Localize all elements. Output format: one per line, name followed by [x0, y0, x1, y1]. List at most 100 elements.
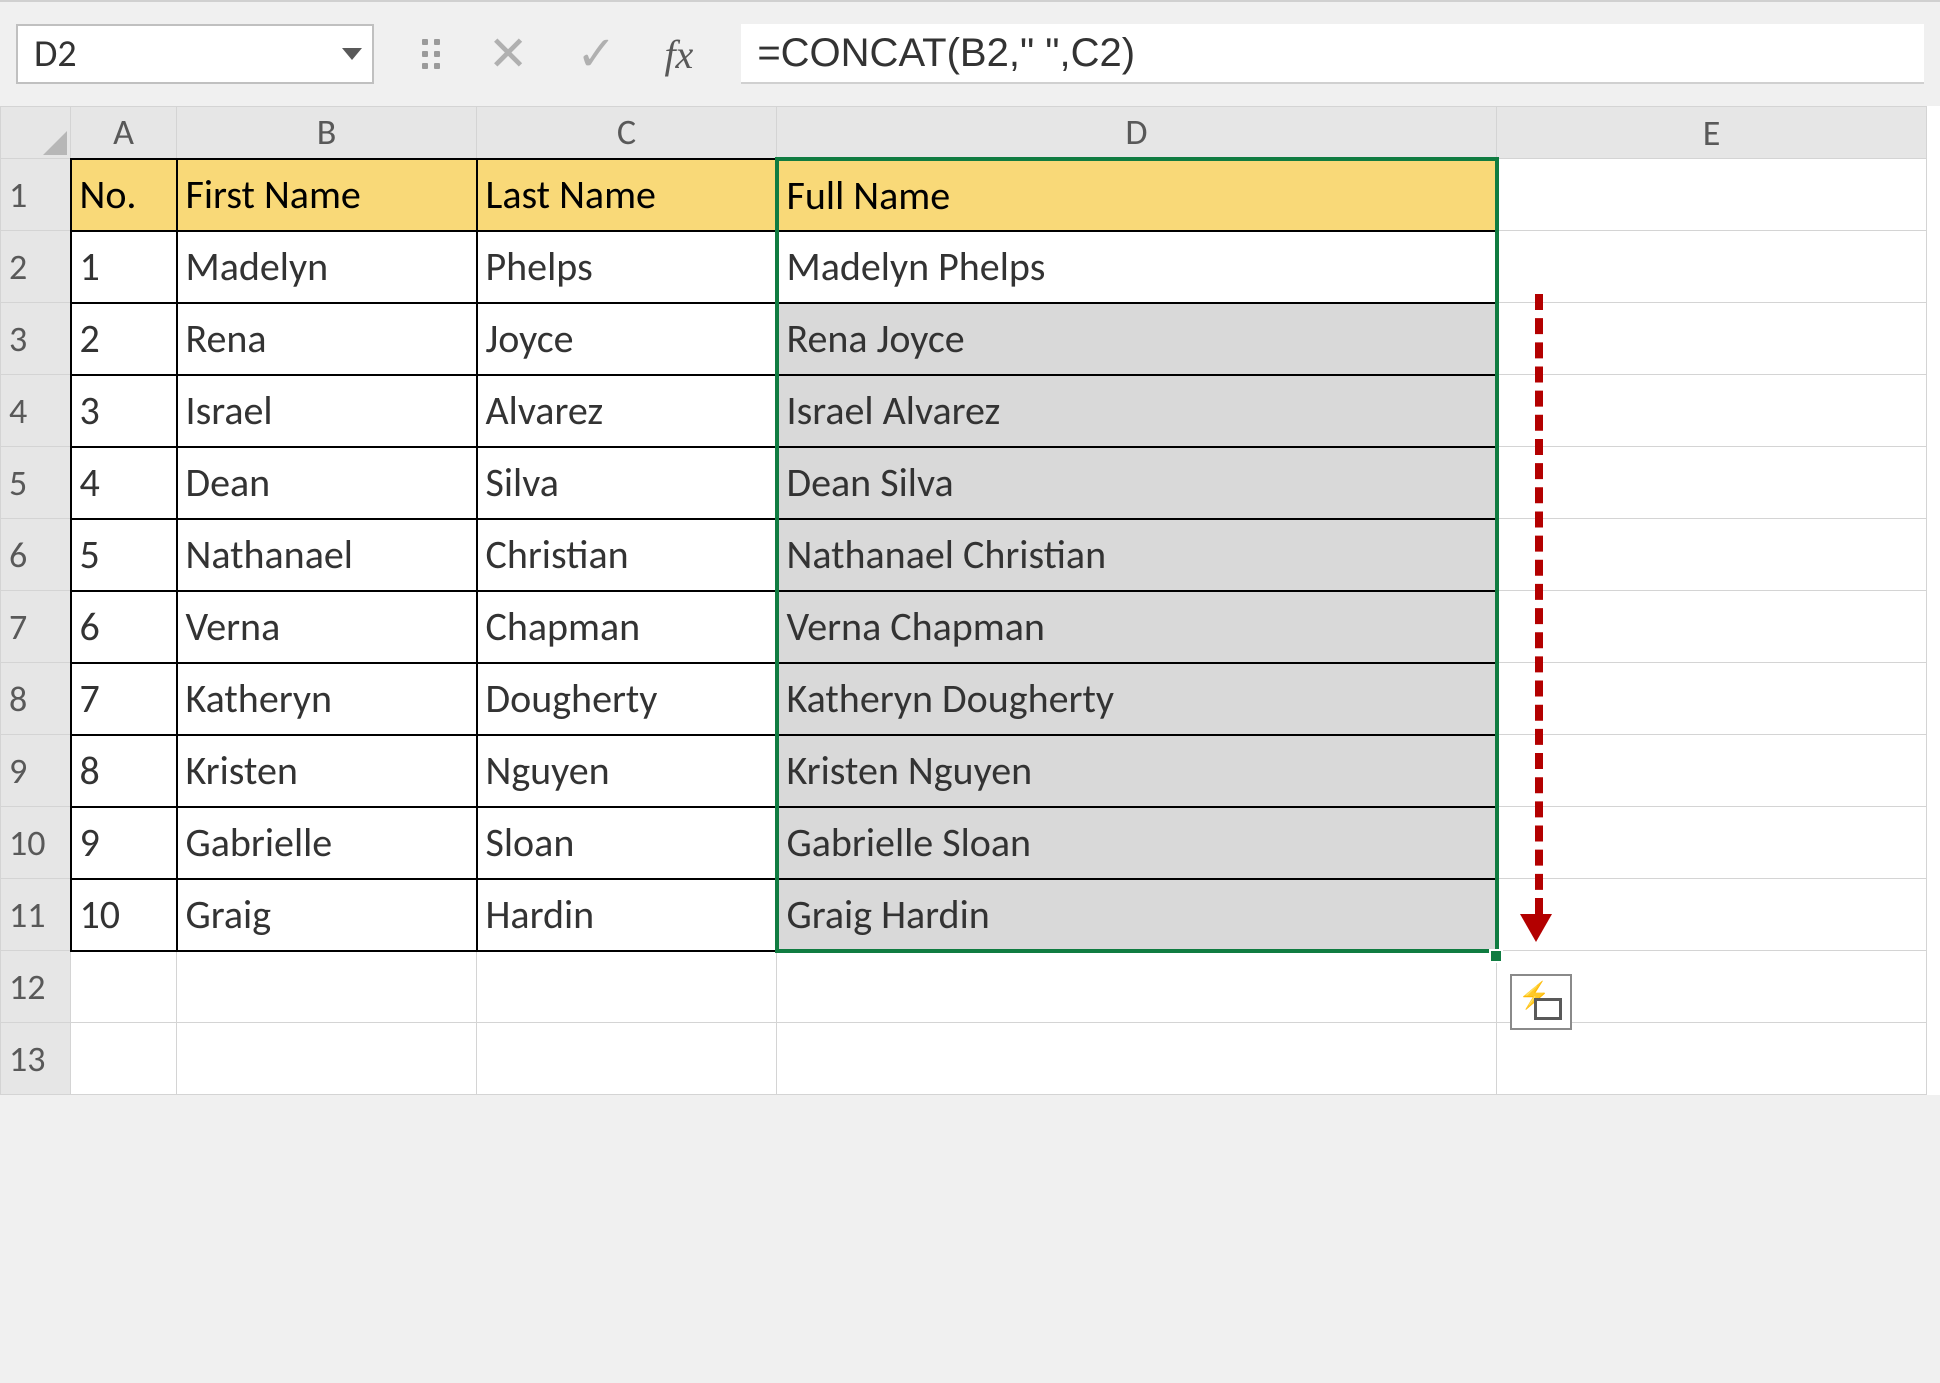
cell-E11[interactable] — [1497, 879, 1927, 951]
cell-C11[interactable]: Hardin — [477, 879, 777, 951]
column-header-D[interactable]: D — [777, 107, 1497, 159]
chevron-down-icon[interactable] — [342, 48, 362, 60]
cell-B3[interactable]: Rena — [177, 303, 477, 375]
cell-A12[interactable] — [71, 951, 177, 1023]
cell-E3[interactable] — [1497, 303, 1927, 375]
cell-B11[interactable]: Graig — [177, 879, 477, 951]
cell-B5[interactable]: Dean — [177, 447, 477, 519]
row-header[interactable]: 8 — [1, 663, 71, 735]
cell-A2[interactable]: 1 — [71, 231, 177, 303]
row-header[interactable]: 13 — [1, 1023, 71, 1095]
fx-icon[interactable]: fx — [664, 31, 693, 78]
cell-D3[interactable]: Rena Joyce — [777, 303, 1497, 375]
cancel-icon[interactable]: ✕ — [488, 30, 528, 78]
cell-E1[interactable] — [1497, 159, 1927, 231]
row-header[interactable]: 5 — [1, 447, 71, 519]
cell-A4[interactable]: 3 — [71, 375, 177, 447]
cell-D12[interactable] — [777, 951, 1497, 1023]
cell-C6[interactable]: Christian — [477, 519, 777, 591]
column-header-B[interactable]: B — [177, 107, 477, 159]
cell-E13[interactable] — [1497, 1023, 1927, 1095]
row-header[interactable]: 12 — [1, 951, 71, 1023]
cell-C5[interactable]: Silva — [477, 447, 777, 519]
drag-handle-icon[interactable] — [422, 39, 440, 69]
cell-B2[interactable]: Madelyn — [177, 231, 477, 303]
cell-B4[interactable]: Israel — [177, 375, 477, 447]
cell-A10[interactable]: 9 — [71, 807, 177, 879]
table-row: 2 1 Madelyn Phelps Madelyn Phelps — [1, 231, 1927, 303]
cell-E2[interactable] — [1497, 231, 1927, 303]
cell-A11[interactable]: 10 — [71, 879, 177, 951]
row-header[interactable]: 10 — [1, 807, 71, 879]
cell-C10[interactable]: Sloan — [477, 807, 777, 879]
cell-C13[interactable] — [477, 1023, 777, 1095]
cell-B9[interactable]: Kristen — [177, 735, 477, 807]
cell-B12[interactable] — [177, 951, 477, 1023]
column-header-C[interactable]: C — [477, 107, 777, 159]
row-header[interactable]: 4 — [1, 375, 71, 447]
cell-B7[interactable]: Verna — [177, 591, 477, 663]
cell-C8[interactable]: Dougherty — [477, 663, 777, 735]
cell-A6[interactable]: 5 — [71, 519, 177, 591]
row-header[interactable]: 9 — [1, 735, 71, 807]
cell-D13[interactable] — [777, 1023, 1497, 1095]
cell-E7[interactable] — [1497, 591, 1927, 663]
cell-D5[interactable]: Dean Silva — [777, 447, 1497, 519]
cell-B8[interactable]: Katheryn — [177, 663, 477, 735]
cell-E10[interactable] — [1497, 807, 1927, 879]
cell-C12[interactable] — [477, 951, 777, 1023]
cell-A8[interactable]: 7 — [71, 663, 177, 735]
cell-B13[interactable] — [177, 1023, 477, 1095]
cell-B1[interactable]: First Name — [177, 159, 477, 231]
table-row: 3 2 Rena Joyce Rena Joyce — [1, 303, 1927, 375]
cell-E8[interactable] — [1497, 663, 1927, 735]
cell-D9[interactable]: Kristen Nguyen — [777, 735, 1497, 807]
cell-C7[interactable]: Chapman — [477, 591, 777, 663]
cell-E5[interactable] — [1497, 447, 1927, 519]
cell-C3[interactable]: Joyce — [477, 303, 777, 375]
cell-A7[interactable]: 6 — [71, 591, 177, 663]
cell-D7[interactable]: Verna Chapman — [777, 591, 1497, 663]
cell-C2[interactable]: Phelps — [477, 231, 777, 303]
cell-D8[interactable]: Katheryn Dougherty — [777, 663, 1497, 735]
cell-B10[interactable]: Gabrielle — [177, 807, 477, 879]
cell-A13[interactable] — [71, 1023, 177, 1095]
box-icon — [1534, 998, 1562, 1020]
name-box[interactable]: D2 — [16, 24, 374, 84]
cell-C1[interactable]: Last Name — [477, 159, 777, 231]
cell-D11[interactable]: Graig Hardin — [777, 879, 1497, 951]
cell-C9[interactable]: Nguyen — [477, 735, 777, 807]
fill-handle[interactable] — [1489, 949, 1503, 963]
row-header[interactable]: 6 — [1, 519, 71, 591]
column-header-E[interactable]: E — [1497, 107, 1927, 159]
row-header[interactable]: 1 — [1, 159, 71, 231]
row-header[interactable]: 11 — [1, 879, 71, 951]
cell-D10[interactable]: Gabrielle Sloan — [777, 807, 1497, 879]
cell-D6[interactable]: Nathanael Christian — [777, 519, 1497, 591]
row-header[interactable]: 3 — [1, 303, 71, 375]
cell-D1[interactable]: Full Name — [777, 159, 1497, 231]
row-header[interactable]: 2 — [1, 231, 71, 303]
cell-A5[interactable]: 4 — [71, 447, 177, 519]
table-row: 13 — [1, 1023, 1927, 1095]
table-row: 12 — [1, 951, 1927, 1023]
cell-E4[interactable] — [1497, 375, 1927, 447]
table-row: 7 6 Verna Chapman Verna Chapman — [1, 591, 1927, 663]
column-header-A[interactable]: A — [71, 107, 177, 159]
cell-A9[interactable]: 8 — [71, 735, 177, 807]
cell-E6[interactable] — [1497, 519, 1927, 591]
cell-D2[interactable]: Madelyn Phelps — [777, 231, 1497, 303]
cell-A3[interactable]: 2 — [71, 303, 177, 375]
cell-C4[interactable]: Alvarez — [477, 375, 777, 447]
cell-B6[interactable]: Nathanael — [177, 519, 477, 591]
row-header[interactable]: 7 — [1, 591, 71, 663]
select-all-corner[interactable] — [1, 107, 71, 159]
spreadsheet-grid[interactable]: A B C D E 1 No. First Name Last Name Ful… — [0, 106, 1940, 1095]
formula-input[interactable] — [741, 24, 1924, 84]
cell-D4[interactable]: Israel Alvarez — [777, 375, 1497, 447]
cell-E9[interactable] — [1497, 735, 1927, 807]
cell-A1[interactable]: No. — [71, 159, 177, 231]
enter-icon[interactable]: ✓ — [576, 30, 616, 78]
annotation-arrow — [1535, 294, 1543, 914]
autofill-options-button[interactable]: ⚡ — [1510, 974, 1572, 1030]
